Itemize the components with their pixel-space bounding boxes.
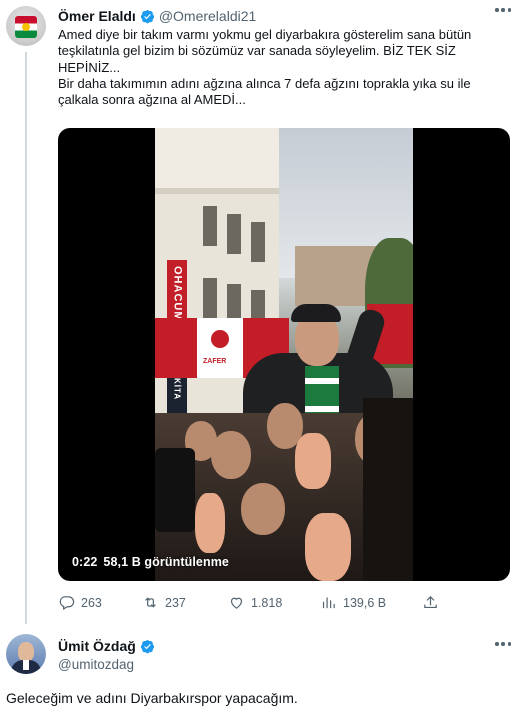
video-frame: OHACUMRE ZAFER KİTA: [155, 128, 413, 581]
author-name[interactable]: Ömer Elaldı: [58, 8, 136, 24]
views-icon: [322, 597, 335, 609]
video-dark-figure: [363, 398, 413, 581]
more-icon[interactable]: [495, 8, 511, 14]
tweet-text-line: Bir daha takımımın adını ağzına alınca 7…: [58, 75, 471, 91]
like-button[interactable]: 1.818: [228, 594, 282, 611]
share-icon: [424, 595, 437, 609]
retweet-button[interactable]: 237: [142, 594, 186, 611]
video-phone: [155, 448, 195, 532]
verified-badge-icon: [140, 9, 154, 23]
tweet-header: Ömer Elaldı @Omerelaldi21: [58, 6, 256, 26]
video-player[interactable]: OHACUMRE ZAFER KİTA 0:22 58,1 B görüntül…: [58, 128, 510, 581]
author-handle[interactable]: @Omerelaldi21: [159, 8, 256, 24]
more-icon[interactable]: [495, 642, 511, 648]
video-banner-label: ZAFER: [203, 358, 227, 365]
thread-connector-line: [25, 52, 27, 624]
video-caption: 0:22 58,1 B görüntülenme: [72, 555, 229, 569]
video-duration: 0:22: [72, 555, 98, 569]
tweet-text-line: HEPİNİZ...: [58, 59, 121, 75]
tweet-body: Amed diye bir takım varmı yokmu gel diya…: [58, 27, 510, 108]
tweet-text-line: Amed diye bir takım varmı yokmu gel diya…: [58, 27, 472, 42]
retweet-count: 237: [165, 595, 186, 610]
tweet-action-bar: 263 237 1.818 139,6 B: [58, 594, 438, 614]
video-banner-white: ZAFER: [197, 318, 243, 378]
like-icon: [230, 597, 243, 609]
video-cap: [291, 304, 341, 322]
views-button[interactable]: 139,6 B: [320, 594, 386, 611]
verified-badge-icon: [140, 639, 154, 653]
like-count: 1.818: [251, 595, 283, 610]
tweet-text-line: çalkala sonra ağzına al AMEDİ...: [58, 92, 246, 108]
retweet-icon: [145, 597, 156, 608]
avatar-flag-graphic: [15, 16, 37, 38]
author-handle[interactable]: @umitozdag: [58, 657, 134, 672]
reply-count: 263: [81, 595, 102, 610]
views-count: 139,6 B: [343, 595, 387, 610]
author-avatar[interactable]: [6, 6, 46, 46]
tweet-header: Ümit Özdağ: [58, 637, 155, 655]
author-avatar[interactable]: [6, 634, 46, 674]
tweet-body: Geleceğim ve adını Diyarbakırspor yapaca…: [6, 690, 298, 706]
tweet-text-line: teşkilatınla gel bizim bi sözümüz var sa…: [58, 43, 456, 59]
video-views: 58,1 B görüntülenme: [103, 555, 229, 569]
video-banner: [155, 318, 197, 378]
reply-button[interactable]: 263: [58, 594, 102, 611]
share-button[interactable]: [422, 594, 439, 611]
reply-icon: [59, 596, 75, 610]
author-name[interactable]: Ümit Özdağ: [58, 638, 136, 654]
